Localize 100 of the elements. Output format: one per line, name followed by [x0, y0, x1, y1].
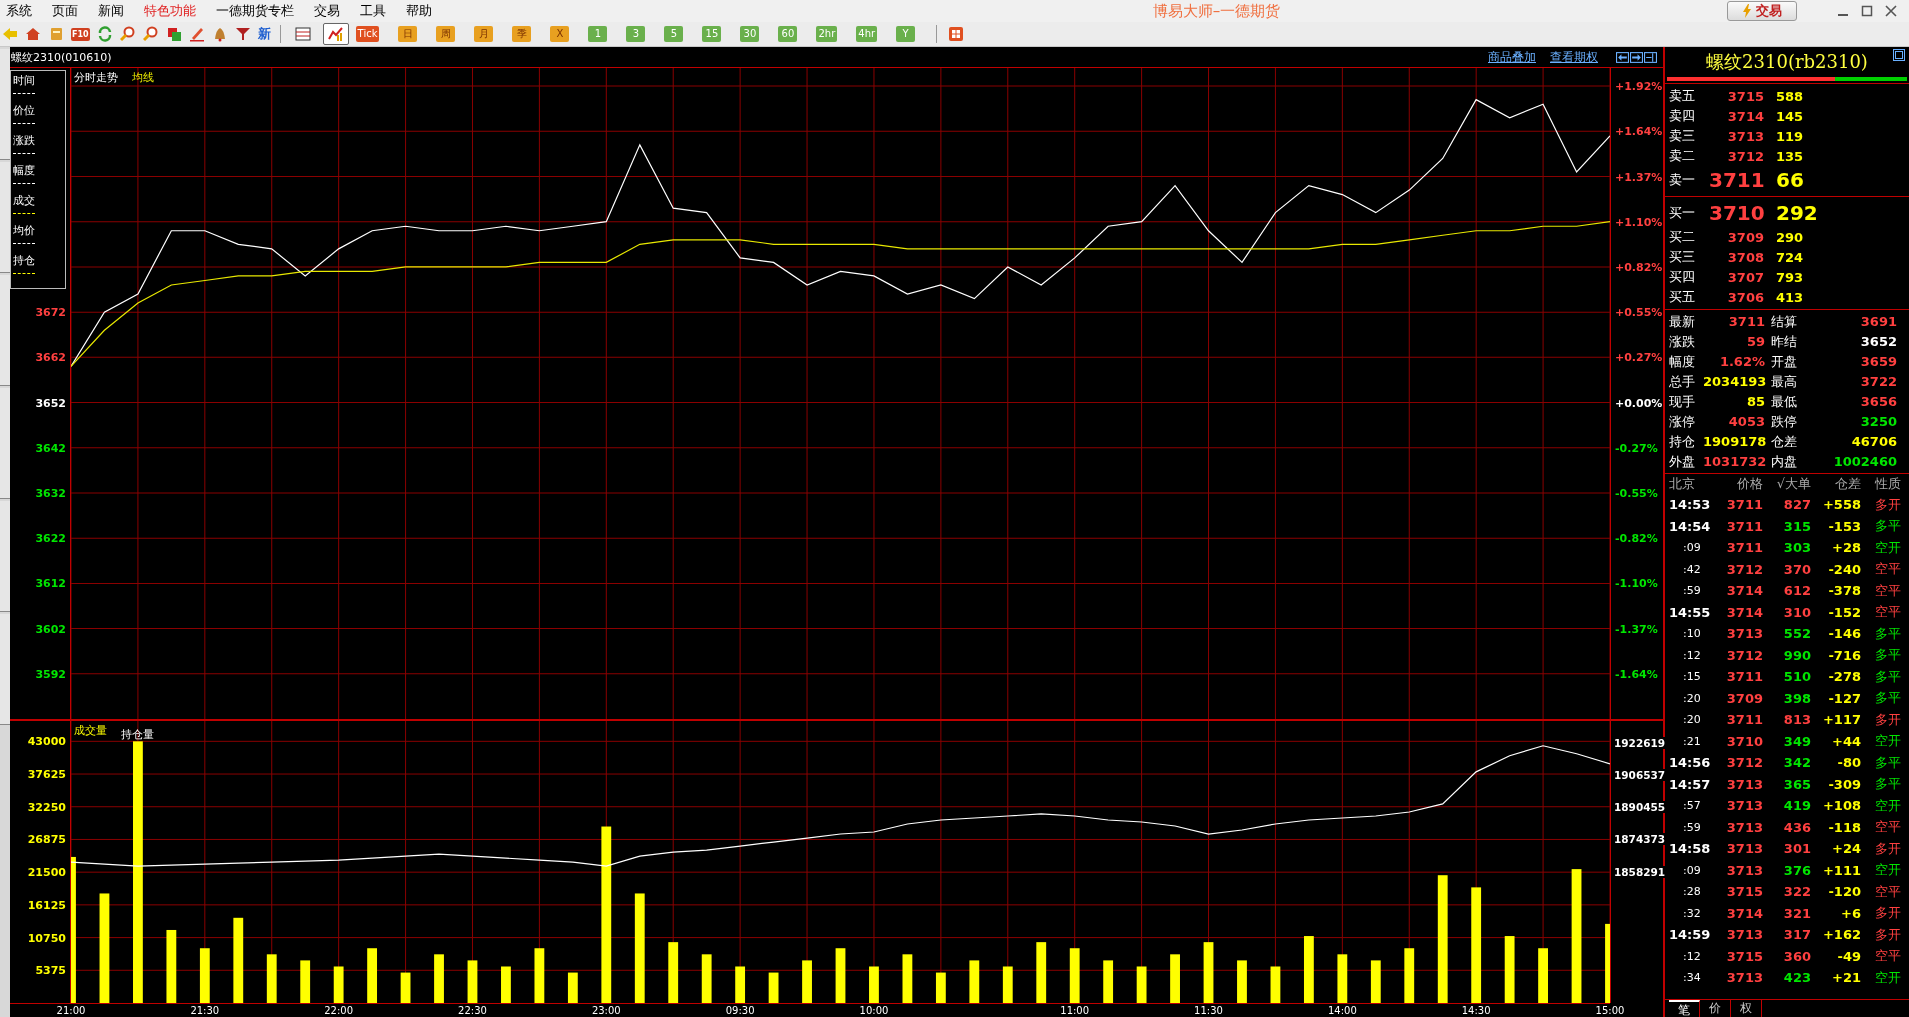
pencil-icon[interactable] — [188, 26, 205, 42]
stat-value: 1002460 — [1832, 454, 1898, 469]
period-button[interactable]: Tick — [355, 26, 380, 42]
f10-button[interactable]: F10 — [71, 27, 90, 41]
bid-price: 3709 — [1726, 229, 1764, 245]
position-change: +111 — [1821, 862, 1861, 878]
volume-bar — [1203, 942, 1214, 1003]
menu-item[interactable]: 帮助 — [400, 2, 446, 20]
stat-label: 结算 — [1771, 313, 1798, 331]
volume-bar — [1002, 966, 1013, 1003]
period-button[interactable]: 月 — [474, 26, 494, 42]
position-change: +162 — [1821, 927, 1861, 943]
panel-tab[interactable]: 价 — [1700, 1000, 1731, 1017]
period-button[interactable]: 15 — [702, 26, 722, 42]
period-button[interactable]: 4hr — [856, 26, 878, 42]
panel-tab[interactable]: 笔 — [1669, 1000, 1700, 1017]
refresh-icon[interactable] — [96, 26, 113, 42]
column-header: 仓差 — [1834, 475, 1861, 493]
position-change: +24 — [1831, 841, 1861, 857]
period-button[interactable]: Y — [896, 26, 916, 42]
axis-label: 3662 — [35, 350, 66, 364]
level-label: 买三 — [1669, 248, 1696, 266]
period-button[interactable]: 周 — [436, 26, 456, 42]
axis-label: 5375 — [35, 963, 66, 977]
zoom-in-icon[interactable] — [119, 26, 136, 42]
trade-time: :12 — [1682, 949, 1702, 963]
menu-item[interactable]: 新闻 — [92, 2, 138, 20]
trade-time: 14:54 — [1669, 518, 1712, 534]
axis-label: -0.27% — [1615, 441, 1658, 455]
menu-item[interactable]: 特色功能 — [138, 2, 210, 20]
trade-volume: 813 — [1782, 712, 1811, 728]
stat-value: 1909178 — [1703, 434, 1768, 449]
stat-label: 最新 — [1669, 313, 1696, 331]
new-button[interactable]: 新 — [257, 25, 271, 43]
right-arrow-icon[interactable] — [1630, 51, 1643, 63]
period-button[interactable]: 60 — [778, 26, 798, 42]
trade-nature: 空平 — [1874, 818, 1901, 837]
left-arrow-icon[interactable] — [1616, 51, 1629, 63]
volume-bar — [501, 966, 511, 1003]
period-button[interactable]: 季 — [512, 26, 532, 42]
menu-item[interactable]: 交易 — [308, 2, 354, 20]
position-change: +108 — [1821, 798, 1861, 814]
trade-volume: 342 — [1782, 755, 1811, 771]
bid-price: 3707 — [1726, 269, 1764, 285]
grid-icon[interactable] — [948, 26, 965, 42]
volume-bar — [434, 954, 444, 1003]
period-button[interactable]: 30 — [740, 26, 760, 42]
volume-bar — [902, 954, 913, 1003]
windows-icon[interactable] — [165, 26, 182, 42]
period-button[interactable]: 日 — [398, 26, 418, 42]
trade-nature: 多开 — [1874, 495, 1901, 514]
level-label: 卖三 — [1669, 127, 1696, 145]
trade-volume: 360 — [1782, 948, 1811, 964]
table-icon — [294, 26, 311, 42]
menu-item[interactable]: 系统 — [0, 2, 46, 20]
zoom-out-icon[interactable] — [142, 26, 159, 42]
position-change: -118 — [1827, 819, 1861, 835]
trade-nature: 空平 — [1874, 581, 1901, 600]
volume-bar — [199, 948, 210, 1003]
maximize-icon[interactable] — [1893, 49, 1905, 61]
panel-tab[interactable]: 权 — [1731, 1000, 1762, 1017]
ask-volume: 588 — [1775, 88, 1804, 104]
axis-label: -1.64% — [1615, 667, 1658, 681]
header-link[interactable]: 商品叠加 — [1488, 48, 1536, 66]
menu-item[interactable]: 工具 — [354, 2, 400, 20]
period-button[interactable]: 1 — [588, 26, 608, 42]
trade-volume: 303 — [1782, 540, 1811, 556]
period-button[interactable]: 3 — [626, 26, 646, 42]
trade-button[interactable]: 交易 — [1727, 1, 1797, 21]
trade-time: :15 — [1682, 670, 1702, 684]
split-icon[interactable] — [1644, 51, 1657, 63]
stat-value: 3659 — [1859, 354, 1898, 369]
period-button[interactable]: 2hr — [816, 26, 838, 42]
stat-label: 总手 — [1669, 373, 1696, 391]
axis-label: 1874373 — [1613, 833, 1667, 846]
trade-price: 3713 — [1725, 862, 1763, 878]
axis-label: 32250 — [27, 800, 66, 814]
home-icon[interactable] — [25, 26, 41, 42]
period-button[interactable]: X — [550, 26, 570, 42]
position-change: +6 — [1840, 905, 1861, 921]
axis-label: 3602 — [35, 622, 66, 636]
period-button[interactable]: 5 — [664, 26, 684, 42]
menu-item[interactable]: 一德期货专栏 — [210, 2, 308, 20]
stat-label: 内盘 — [1771, 453, 1798, 471]
window-title: 博易大师–一德期货 — [1151, 1, 1282, 21]
level-label: 卖一 — [1669, 171, 1696, 189]
maximize-icon[interactable] — [1861, 5, 1873, 17]
chart-view-button[interactable] — [322, 23, 349, 45]
axis-label: 16125 — [27, 898, 66, 912]
stat-value: 3722 — [1859, 374, 1898, 389]
trade-volume: 419 — [1782, 798, 1811, 814]
header-link[interactable]: 查看期权 — [1550, 48, 1598, 66]
filter-icon[interactable] — [234, 26, 251, 42]
bid-price: 3706 — [1726, 289, 1764, 305]
menu-item[interactable]: 页面 — [46, 2, 92, 20]
axis-label: 37625 — [27, 767, 66, 781]
axis-label: -1.37% — [1615, 622, 1658, 636]
axis-label: 3592 — [35, 667, 66, 681]
bid-volume: 793 — [1775, 269, 1804, 285]
close-icon[interactable] — [1885, 5, 1897, 17]
